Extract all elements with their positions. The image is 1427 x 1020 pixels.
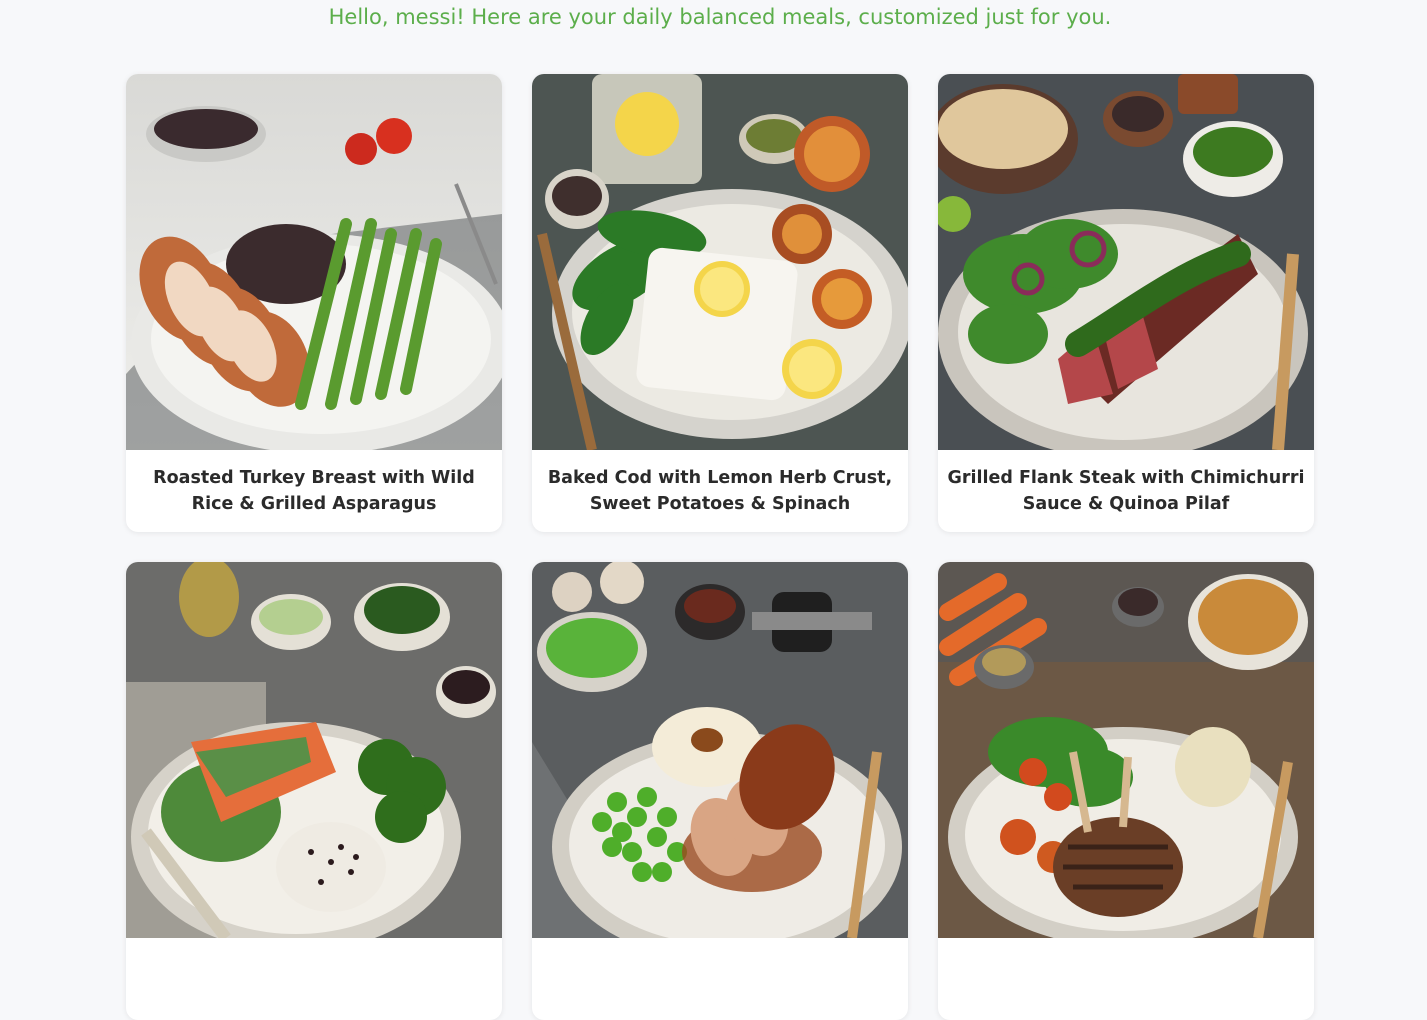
- meal-card[interactable]: [532, 562, 908, 1020]
- meal-title: Roasted Turkey Breast with Wild Rice & G…: [153, 468, 475, 514]
- meal-title: Baked Cod with Lemon Herb Crust, Sweet P…: [547, 468, 893, 514]
- meal-card[interactable]: [938, 562, 1314, 1020]
- meal-image-steak: [938, 74, 1314, 450]
- meal-card[interactable]: Baked Cod with Lemon Herb Crust, Sweet P…: [532, 74, 908, 532]
- meal-card[interactable]: Grilled Flank Steak with Chimichurri Sau…: [938, 74, 1314, 532]
- meal-title: [532, 938, 908, 1020]
- meal-title: [126, 938, 502, 1020]
- greeting-text: Hello, messi! Here are your daily balanc…: [328, 5, 1112, 29]
- meal-image-cod: [532, 74, 908, 450]
- meal-card[interactable]: [126, 562, 502, 1020]
- meal-title: [938, 938, 1314, 1020]
- meal-card[interactable]: Roasted Turkey Breast with Wild Rice & G…: [126, 74, 502, 532]
- meal-grid: Roasted Turkey Breast with Wild Rice & G…: [126, 74, 1314, 1020]
- meal-image-pork: [532, 562, 908, 938]
- meal-title: Grilled Flank Steak with Chimichurri Sau…: [947, 468, 1305, 514]
- meal-image-lamb: [938, 562, 1314, 938]
- meal-image-turkey: [126, 74, 502, 450]
- meal-image-salmon: [126, 562, 502, 938]
